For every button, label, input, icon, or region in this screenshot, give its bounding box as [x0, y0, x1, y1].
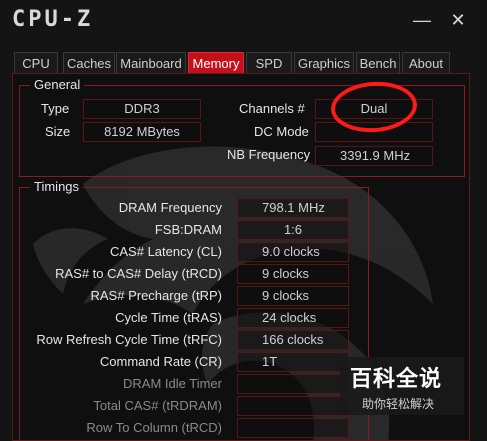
app-logo: CPU-Z — [12, 7, 94, 32]
size-value: 8192 MBytes — [83, 122, 201, 142]
general-title: General — [30, 77, 85, 92]
timing-value — [237, 374, 349, 394]
nb-frequency-label: NB Frequency — [227, 147, 311, 162]
timing-value: 798.1 MHz — [237, 198, 349, 218]
timing-value — [237, 418, 349, 438]
timing-label: RAS# to CAS# Delay (tRCD) — [55, 266, 222, 281]
type-value: DDR3 — [83, 99, 201, 119]
dc-mode-label: DC Mode — [254, 124, 309, 139]
title-bar: CPU-Z — ✕ — [0, 0, 487, 40]
watermark-title: 百科全说 — [350, 366, 443, 391]
tab-about[interactable]: About — [402, 52, 450, 74]
tab-spd[interactable]: SPD — [246, 52, 292, 74]
timing-label: FSB:DRAM — [154, 222, 222, 237]
timing-value: 24 clocks — [237, 308, 349, 328]
watermark: 百科全说 助你轻松解决 — [340, 357, 464, 415]
tab-bench[interactable]: Bench — [356, 52, 400, 74]
minimize-button[interactable]: — — [408, 6, 436, 34]
timing-label: RAS# Precharge (tRP) — [90, 288, 223, 303]
tab-cpu[interactable]: CPU — [14, 52, 58, 74]
timing-value: 9 clocks — [237, 286, 349, 306]
timing-label: Row To Column (tRCD) — [86, 420, 222, 435]
timing-value: 9.0 clocks — [237, 242, 349, 262]
timing-value: 9 clocks — [237, 264, 349, 284]
close-button[interactable]: ✕ — [444, 6, 472, 34]
channels-label: Channels # — [239, 101, 305, 116]
timing-value: 1T — [237, 352, 349, 372]
timing-label: Row Refresh Cycle Time (tRFC) — [36, 332, 222, 347]
timing-label: CAS# Latency (CL) — [110, 244, 222, 259]
timing-label: DRAM Frequency — [118, 200, 222, 215]
tab-graphics[interactable]: Graphics — [294, 52, 354, 74]
tab-memory[interactable]: Memory — [188, 52, 244, 74]
timing-label: DRAM Idle Timer — [123, 376, 222, 391]
timing-value: 1:6 — [237, 220, 349, 240]
watermark-subtitle: 助你轻松解决 — [362, 397, 435, 411]
timing-value — [237, 396, 349, 416]
type-label: Type — [41, 101, 70, 116]
timing-label: Cycle Time (tRAS) — [115, 310, 222, 325]
tab-mainboard[interactable]: Mainboard — [116, 52, 186, 74]
timing-value: 166 clocks — [237, 330, 349, 350]
nb-frequency-value: 3391.9 MHz — [315, 146, 433, 166]
timings-title: Timings — [30, 179, 84, 194]
size-label: Size — [45, 124, 71, 139]
timing-label: Total CAS# (tRDRAM) — [93, 398, 222, 413]
timing-label: Command Rate (CR) — [99, 354, 222, 369]
tab-caches[interactable]: Caches — [63, 52, 115, 74]
